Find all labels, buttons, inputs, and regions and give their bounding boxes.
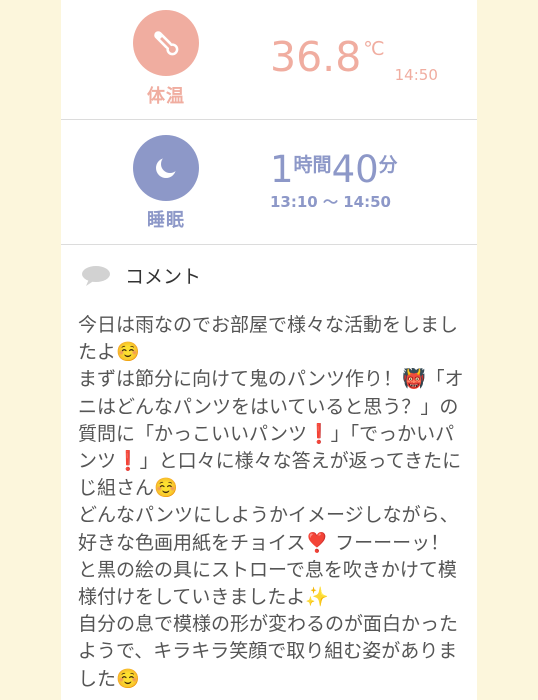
sleep-duration: 1 時間 40 分: [270, 150, 398, 190]
thermometer-icon: [154, 31, 179, 56]
sleep-hours-unit: 時間: [293, 154, 332, 176]
sleep-hours: 1: [270, 148, 294, 191]
sleep-minutes: 40: [331, 148, 379, 191]
temperature-label: 体温: [147, 86, 185, 107]
comment-text: 今日は雨なのでお部屋で様々な活動をしましたよ☺️ まずは節分に向けて鬼のパンツ作…: [78, 314, 464, 690]
sleep-label: 睡眠: [147, 210, 185, 231]
temperature-time: 14:50: [394, 66, 438, 84]
speech-bubble-icon: [82, 265, 110, 286]
temperature-value: 36.8: [270, 33, 362, 81]
temperature-unit: ℃: [363, 38, 385, 60]
sleep-time-range: 13:10 〜 14:50: [270, 193, 391, 211]
divider: [61, 119, 477, 120]
moon-icon: [156, 155, 179, 178]
sleep-badge: [133, 135, 199, 201]
comment-label: コメント: [125, 266, 202, 288]
record-card: 体温 36.8 ℃ 14:50 睡眠 1 時間 40 分 13:10 〜 14:…: [61, 0, 477, 700]
temperature-badge: [133, 10, 199, 76]
divider: [61, 244, 477, 245]
comment-header: コメント: [81, 262, 201, 289]
sleep-minutes-unit: 分: [378, 154, 398, 176]
temperature-value-group: 36.8 ℃ 14:50: [270, 32, 438, 100]
